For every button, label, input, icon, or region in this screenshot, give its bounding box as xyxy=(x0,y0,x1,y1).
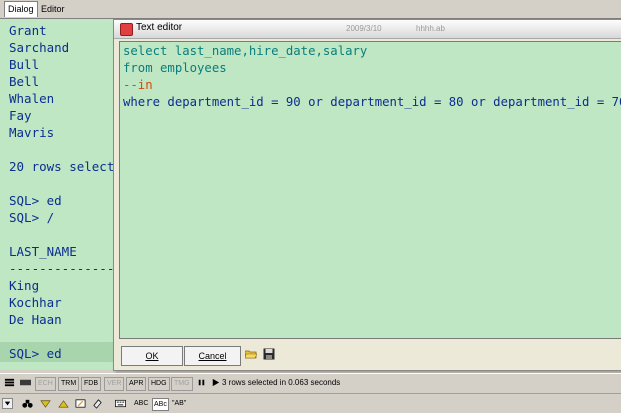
editor-line: --in xyxy=(123,78,153,92)
console-line: Sarchand xyxy=(9,40,70,55)
toggle-apr[interactable]: APR xyxy=(126,377,147,391)
open-folder-icon[interactable] xyxy=(245,348,257,360)
highlight-icon[interactable] xyxy=(75,398,86,409)
toggle-hdg[interactable]: HDG xyxy=(148,377,170,391)
console-line: Kochhar xyxy=(9,295,62,310)
titlebar-faint-text: hhhh.ab xyxy=(416,24,445,33)
dialog-title: Text editor xyxy=(136,22,183,33)
console-line: De Haan xyxy=(9,312,62,327)
sql-editor-textarea[interactable]: select last_name,hire_date,salary from e… xyxy=(119,41,621,339)
titlebar-faint-text: 2009/3/10 xyxy=(346,24,382,33)
keyboard-icon[interactable] xyxy=(115,398,126,409)
status-bar: ECH TRM FDB VER APR HDG TMG 3 rows selec… xyxy=(0,373,621,392)
console-line: Bell xyxy=(9,74,40,89)
pause-icon[interactable] xyxy=(196,377,207,388)
cancel-button[interactable]: Cancel xyxy=(184,346,241,366)
console-line: Whalen xyxy=(9,91,55,106)
editor-line: where department_id = 90 or department_i… xyxy=(123,95,621,109)
console-line: LAST_NAME xyxy=(9,244,77,259)
dialog-button-bar: OK Cancel xyxy=(114,340,621,370)
editor-line: select last_name,hire_date,salary xyxy=(123,44,368,58)
console-line: SQL> / xyxy=(9,210,55,225)
status-message: 3 rows selected in 0.063 seconds xyxy=(222,378,341,387)
case-option-toggle[interactable]: ABc xyxy=(152,398,169,411)
dropdown-arrow-icon[interactable] xyxy=(2,398,13,409)
text-editor-dialog: Text editor 2009/3/10 hhhh.ab select las… xyxy=(113,19,621,371)
toggle-ver[interactable]: VER xyxy=(104,377,125,391)
tab-strip: Dialog Editor xyxy=(0,0,621,19)
console-line: King xyxy=(9,278,40,293)
console-line: Bull xyxy=(9,57,40,72)
editor-app-icon xyxy=(120,23,133,36)
console-line: SQL> ed xyxy=(9,346,62,361)
toggle-fdb[interactable]: FDB xyxy=(81,377,101,391)
dialog-titlebar[interactable]: Text editor 2009/3/10 hhhh.ab xyxy=(114,20,621,39)
console-line: SQL> ed xyxy=(9,193,62,208)
tab-editor[interactable]: Editor xyxy=(38,2,68,17)
find-up-icon[interactable] xyxy=(58,398,69,409)
toggle-tmg[interactable]: TMG xyxy=(171,377,193,391)
ok-button[interactable]: OK xyxy=(121,346,183,366)
whole-word-toggle[interactable]: "AB" xyxy=(172,398,186,409)
console-line: Fay xyxy=(9,108,32,123)
console-line: Grant xyxy=(9,23,47,38)
play-icon[interactable] xyxy=(210,377,221,388)
match-case-toggle[interactable]: ABC xyxy=(134,398,148,409)
binoculars-icon[interactable] xyxy=(22,398,33,409)
toggle-ech[interactable]: ECH xyxy=(35,377,56,391)
tab-dialog[interactable]: Dialog xyxy=(4,1,38,17)
lines-icon[interactable] xyxy=(4,377,15,388)
toggle-trm[interactable]: TRM xyxy=(58,377,80,391)
save-disk-icon[interactable] xyxy=(263,348,275,360)
hide-output-icon[interactable] xyxy=(20,377,31,388)
editor-line: from employees xyxy=(123,61,227,75)
bottom-toolbar: ABC ABc "AB" xyxy=(0,393,621,413)
find-down-icon[interactable] xyxy=(40,398,51,409)
console-line: Mavris xyxy=(9,125,55,140)
eraser-icon[interactable] xyxy=(92,398,103,409)
